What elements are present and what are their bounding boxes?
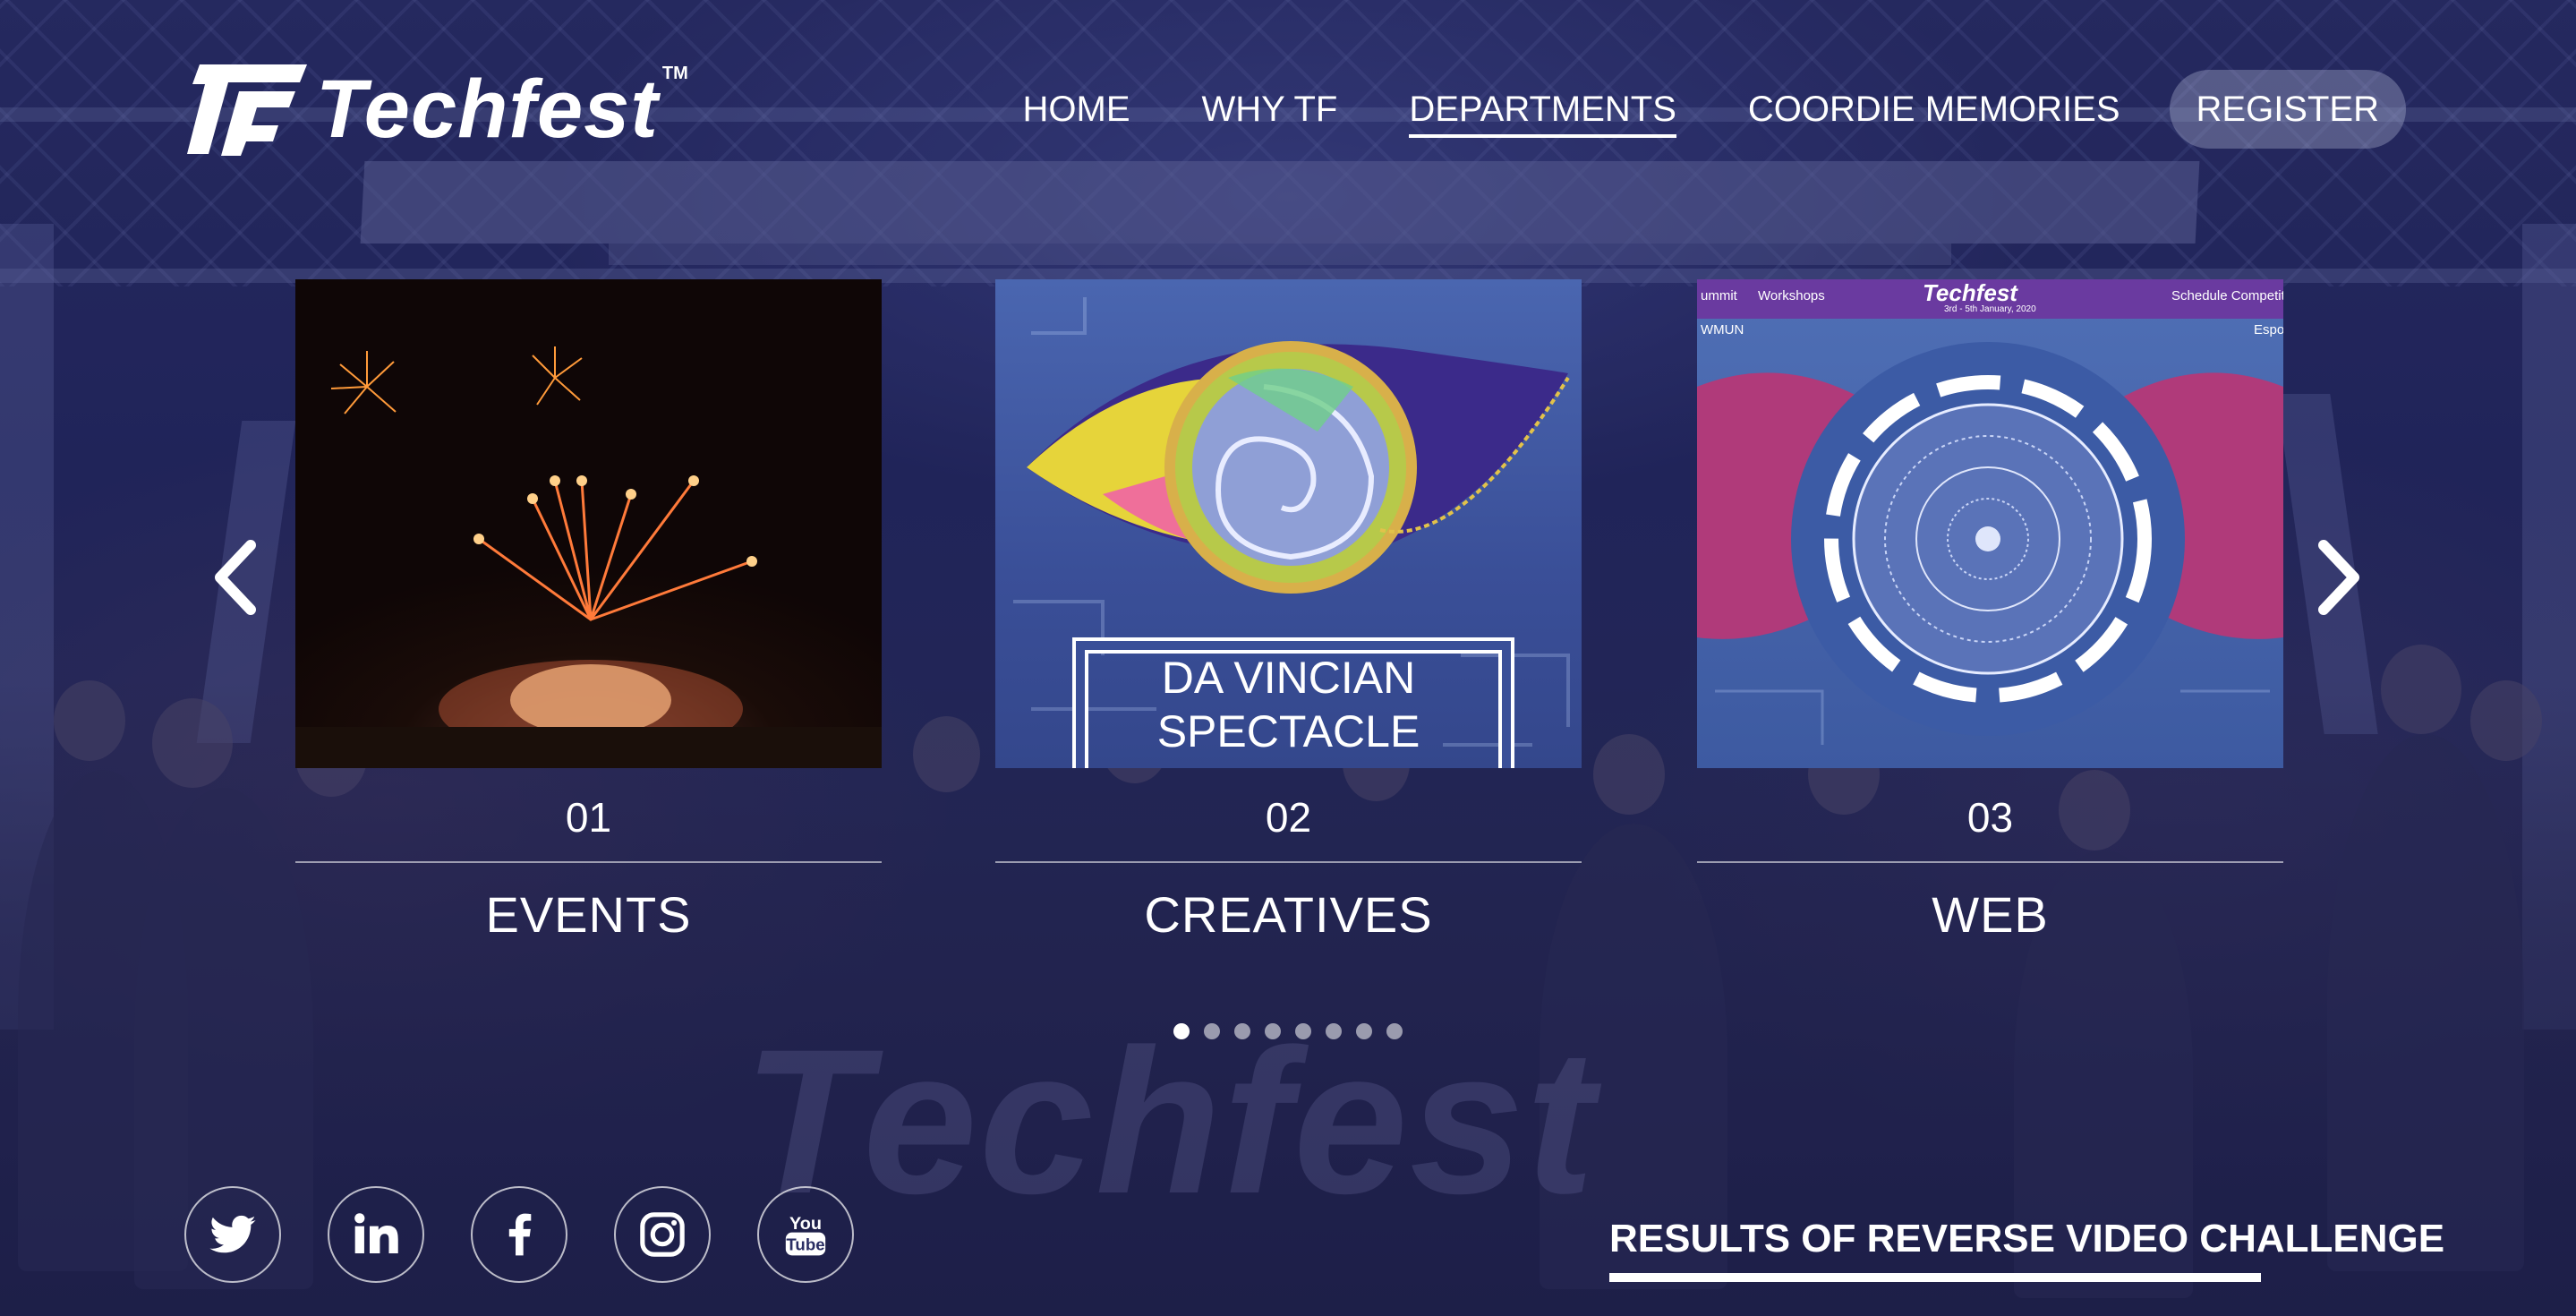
register-button[interactable]: REGISTER	[2169, 70, 2406, 149]
card-label: WEB	[1932, 886, 2049, 943]
youtube-link[interactable]: You Tube	[757, 1186, 854, 1283]
card-number: 03	[1966, 794, 2014, 841]
instagram-link[interactable]	[614, 1186, 711, 1283]
carousel-dot[interactable]	[1204, 1023, 1220, 1039]
carousel-dot[interactable]	[1356, 1023, 1372, 1039]
department-card-events[interactable]: 01 EVENTS	[295, 279, 882, 940]
tf-logo-icon	[187, 64, 307, 156]
card-divider	[1697, 861, 2283, 863]
results-link-underline	[1609, 1273, 2261, 1282]
carousel-prev-button[interactable]	[204, 533, 267, 622]
card-number: 01	[565, 794, 612, 841]
carousel-dot[interactable]	[1265, 1023, 1281, 1039]
nav-why-tf[interactable]: WHY TF	[1202, 73, 1338, 145]
svg-text:You: You	[789, 1214, 822, 1234]
nav-home[interactable]: HOME	[1023, 73, 1130, 145]
carousel-dot[interactable]	[1386, 1023, 1403, 1039]
nav-coordie-memories[interactable]: COORDIE MEMORIES	[1748, 73, 2120, 145]
carousel-dot[interactable]	[1295, 1023, 1311, 1039]
linkedin-icon	[354, 1213, 398, 1253]
main-nav: HOME WHY TF DEPARTMENTS COORDIE MEMORIES…	[951, 70, 2406, 149]
chevron-left-icon	[215, 540, 256, 615]
facebook-icon	[508, 1213, 532, 1256]
carousel-next-button[interactable]	[2307, 533, 2370, 622]
card-number: 02	[1265, 794, 1312, 841]
carousel-pagination	[1173, 1023, 1417, 1039]
card-image-techfest-poster: ummit Workshops Techfest 3rd - 5th Janua…	[1697, 279, 2283, 768]
svg-text:Tube: Tube	[786, 1235, 824, 1254]
card-label: EVENTS	[485, 886, 692, 943]
twitter-link[interactable]	[184, 1186, 281, 1283]
techfest-logo[interactable]: Techfest TM	[175, 56, 688, 163]
results-reverse-video-challenge-link[interactable]: RESULTS OF REVERSE VIDEO CHALLENGE	[1609, 1219, 2444, 1259]
carousel-dot[interactable]	[1234, 1023, 1250, 1039]
department-card-creatives[interactable]: DA VINCIAN SPECTACLE 02 CREATIVES	[995, 279, 1582, 940]
brand-name: Techfest	[316, 64, 659, 155]
twitter-icon	[209, 1215, 256, 1253]
card-divider	[295, 861, 882, 863]
nav-departments[interactable]: DEPARTMENTS	[1409, 73, 1676, 145]
department-card-web[interactable]: ummit Workshops Techfest 3rd - 5th Janua…	[1697, 279, 2283, 940]
eye-art-caption: DA VINCIAN SPECTACLE	[1156, 653, 1420, 756]
facebook-link[interactable]	[471, 1186, 567, 1283]
chevron-right-icon	[2318, 540, 2359, 615]
carousel-dot[interactable]	[1173, 1023, 1190, 1039]
carousel-dot[interactable]	[1326, 1023, 1342, 1039]
linkedin-link[interactable]	[328, 1186, 424, 1283]
card-divider	[995, 861, 1582, 863]
card-image-eye-artwork: DA VINCIAN SPECTACLE	[995, 279, 1582, 768]
youtube-icon: You Tube	[785, 1214, 826, 1256]
instagram-icon	[640, 1212, 685, 1257]
trademark-mark: TM	[661, 63, 688, 83]
card-image-fireworks	[295, 279, 882, 768]
social-links: You Tube	[184, 1186, 900, 1283]
card-label: CREATIVES	[1144, 886, 1433, 943]
